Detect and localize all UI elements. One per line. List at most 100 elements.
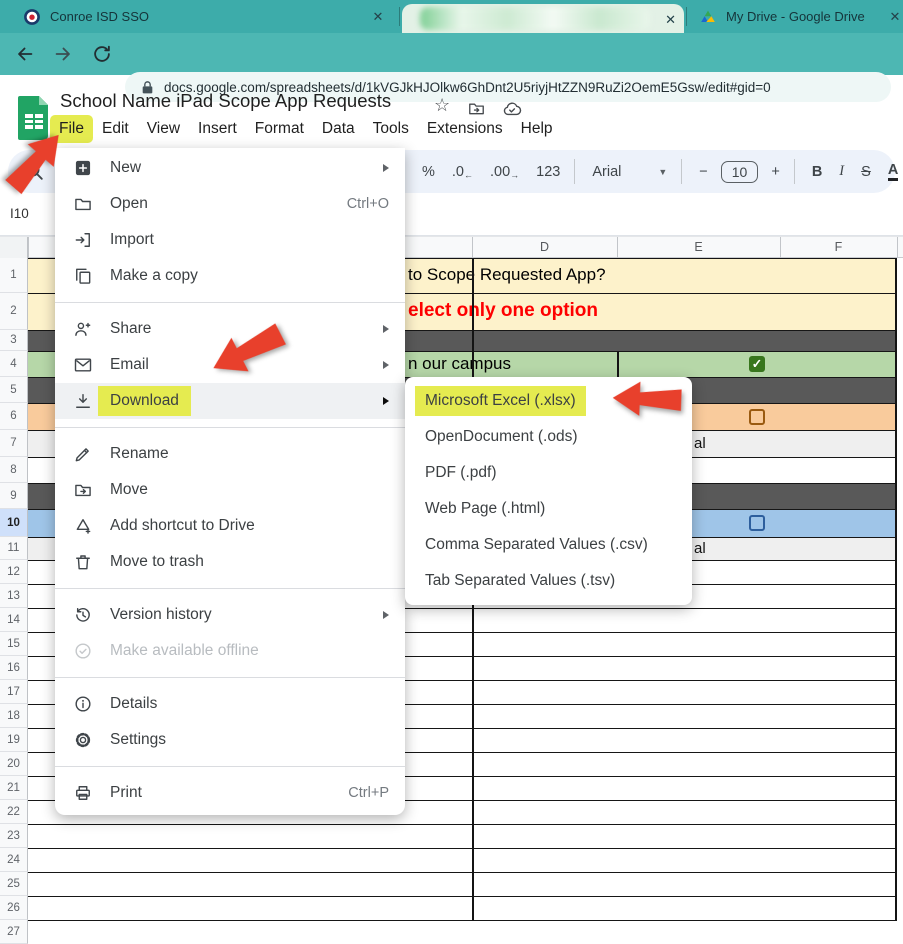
row-header-21[interactable]: 21 — [0, 776, 28, 800]
text-color-button[interactable]: A — [888, 162, 898, 181]
tab-close-icon[interactable]: ✕ — [887, 9, 903, 25]
menubar-item-edit[interactable]: Edit — [93, 115, 138, 143]
menu-item-move-to-trash[interactable]: Move to trash — [55, 544, 405, 580]
row-header-16[interactable]: 16 — [0, 656, 28, 680]
share-icon — [73, 319, 93, 339]
select-all-corner[interactable] — [0, 237, 28, 258]
name-box[interactable]: I10 — [10, 206, 29, 221]
row-header-9[interactable]: 9 — [0, 483, 28, 509]
tab-close-icon[interactable]: ✕ — [665, 12, 676, 28]
row-header-10[interactable]: 10 — [0, 509, 28, 537]
submenu-item-web-page-html[interactable]: Web Page (.html) — [405, 491, 692, 527]
menu-item-download[interactable]: Download — [55, 383, 405, 419]
menu-item-shortcut: Ctrl+P — [348, 785, 389, 801]
row-header-8[interactable]: 8 — [0, 457, 28, 483]
menu-item-version-history[interactable]: Version history — [55, 597, 405, 633]
printer-icon — [73, 783, 93, 803]
percent-format-button[interactable]: % — [422, 164, 435, 180]
row-header-26[interactable]: 26 — [0, 896, 28, 920]
menu-item-make-available-offline[interactable]: Make available offline — [55, 633, 405, 669]
decrease-decimal-button[interactable]: .0← — [452, 164, 473, 180]
checkbox-unchecked[interactable] — [749, 515, 765, 531]
row-header-5[interactable]: 5 — [0, 377, 28, 403]
row-header-24[interactable]: 24 — [0, 848, 28, 872]
decrease-font-size-button[interactable]: − — [699, 164, 707, 180]
menubar-item-format[interactable]: Format — [246, 115, 313, 143]
submenu-item-tab-separated-values-tsv[interactable]: Tab Separated Values (.tsv) — [405, 563, 692, 599]
row-header-19[interactable]: 19 — [0, 728, 28, 752]
menubar-item-help[interactable]: Help — [512, 115, 562, 143]
row-header-22[interactable]: 22 — [0, 800, 28, 824]
tab-active-blurred[interactable]: ✕ — [402, 4, 684, 33]
star-icon[interactable]: ☆ — [434, 95, 450, 116]
row-header-15[interactable]: 15 — [0, 632, 28, 656]
submenu-item-label: Web Page (.html) — [425, 500, 545, 518]
sheet-row-23[interactable] — [28, 825, 897, 849]
menubar-item-data[interactable]: Data — [313, 115, 364, 143]
menubar-item-tools[interactable]: Tools — [364, 115, 418, 143]
menu-item-details[interactable]: Details — [55, 686, 405, 722]
bold-button[interactable]: B — [812, 164, 822, 180]
increase-decimal-button[interactable]: .00→ — [490, 164, 519, 180]
back-icon[interactable] — [14, 43, 36, 65]
menu-item-import[interactable]: Import — [55, 222, 405, 258]
menu-divider — [55, 427, 405, 428]
menubar-item-view[interactable]: View — [138, 115, 189, 143]
font-size-input[interactable]: 10 — [721, 161, 759, 183]
menu-item-settings[interactable]: Settings — [55, 722, 405, 758]
submenu-item-label: PDF (.pdf) — [425, 464, 496, 482]
submenu-arrow-icon — [383, 397, 389, 405]
font-family-select[interactable]: Arial — [592, 164, 654, 180]
row-header-27[interactable]: 27 — [0, 920, 28, 944]
reload-icon[interactable] — [91, 43, 113, 65]
strikethrough-button[interactable]: S — [861, 164, 871, 180]
row-header-6[interactable]: 6 — [0, 403, 28, 430]
tab-my-drive[interactable]: My Drive - Google Drive ✕ — [690, 0, 903, 33]
checkbox-checked[interactable]: ✓ — [749, 356, 765, 372]
menu-item-new[interactable]: New — [55, 150, 405, 186]
checkbox-unchecked[interactable] — [749, 409, 765, 425]
row-header-7[interactable]: 7 — [0, 430, 28, 457]
row-header-4[interactable]: 4 — [0, 351, 28, 377]
row-header-17[interactable]: 17 — [0, 680, 28, 704]
submenu-item-pdf-pdf[interactable]: PDF (.pdf) — [405, 455, 692, 491]
row-header-23[interactable]: 23 — [0, 824, 28, 848]
menu-item-make-a-copy[interactable]: Make a copy — [55, 258, 405, 294]
menu-item-print[interactable]: PrintCtrl+P — [55, 775, 405, 811]
submenu-item-comma-separated-values-csv[interactable]: Comma Separated Values (.csv) — [405, 527, 692, 563]
font-dropdown-arrow-icon[interactable]: ▼ — [658, 167, 667, 177]
column-header-D[interactable]: D — [472, 237, 617, 258]
submenu-item-label: Microsoft Excel (.xlsx) — [415, 386, 586, 416]
row-header-18[interactable]: 18 — [0, 704, 28, 728]
submenu-item-opendocument-ods[interactable]: OpenDocument (.ods) — [405, 419, 692, 455]
row-header-13[interactable]: 13 — [0, 584, 28, 608]
forward-icon[interactable] — [52, 43, 74, 65]
menu-item-move[interactable]: Move — [55, 472, 405, 508]
row-header-25[interactable]: 25 — [0, 872, 28, 896]
row-header-20[interactable]: 20 — [0, 752, 28, 776]
cell-text: al — [694, 435, 706, 452]
sheet-row-24[interactable] — [28, 849, 897, 873]
column-header-F[interactable]: F — [780, 237, 897, 258]
row-header-12[interactable]: 12 — [0, 560, 28, 584]
row-header-3[interactable]: 3 — [0, 330, 28, 351]
row-header-2[interactable]: 2 — [0, 293, 28, 330]
sheet-row-26[interactable] — [28, 897, 897, 921]
menubar-item-extensions[interactable]: Extensions — [418, 115, 512, 143]
row-header-11[interactable]: 11 — [0, 537, 28, 560]
tab-conroe-isd-sso[interactable]: Conroe ISD SSO ✕ — [10, 0, 396, 33]
italic-button[interactable]: I — [839, 163, 844, 180]
row-header-14[interactable]: 14 — [0, 608, 28, 632]
document-title[interactable]: School Name iPad Scope App Requests — [60, 90, 391, 112]
menu-item-label: Version history — [110, 606, 212, 624]
menubar-item-insert[interactable]: Insert — [189, 115, 246, 143]
number-format-button[interactable]: 123 — [536, 164, 560, 180]
increase-font-size-button[interactable]: + — [771, 164, 779, 180]
menu-item-open[interactable]: OpenCtrl+O — [55, 186, 405, 222]
menu-item-add-shortcut-to-drive[interactable]: Add shortcut to Drive — [55, 508, 405, 544]
column-header-E[interactable]: E — [617, 237, 780, 258]
menu-item-rename[interactable]: Rename — [55, 436, 405, 472]
row-header-1[interactable]: 1 — [0, 258, 28, 293]
tab-close-icon[interactable]: ✕ — [370, 9, 386, 25]
sheet-row-25[interactable] — [28, 873, 897, 897]
